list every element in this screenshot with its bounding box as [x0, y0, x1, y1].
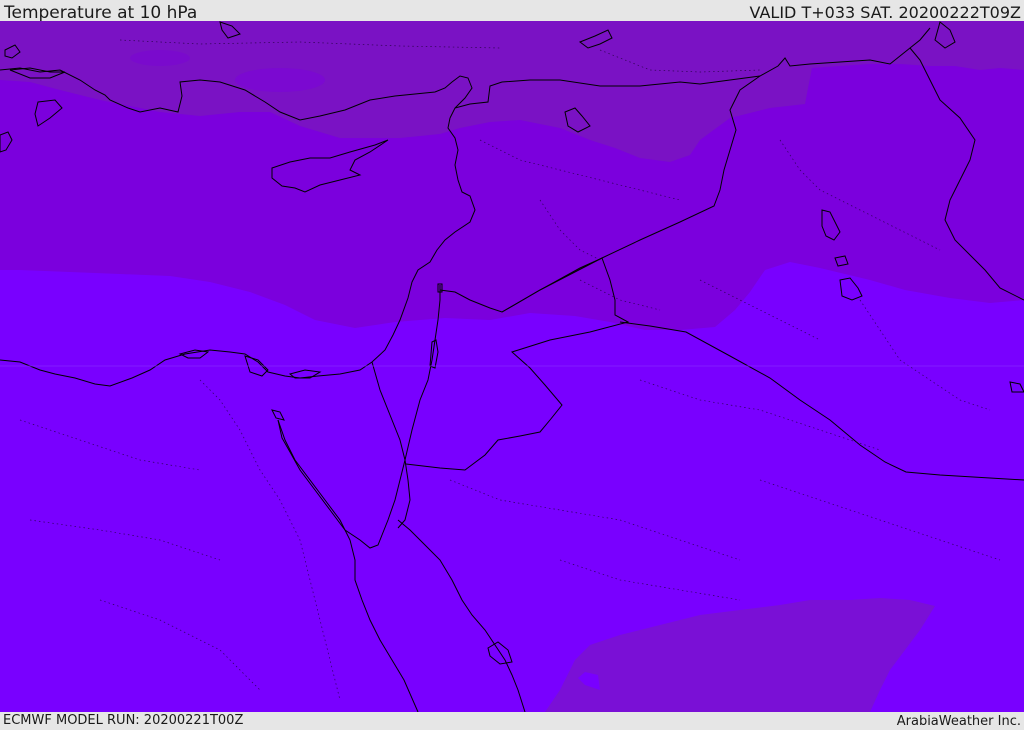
temperature-map	[0, 21, 1024, 712]
model-run: ECMWF MODEL RUN: 20200221T00Z	[3, 713, 244, 728]
valid-time: VALID T+033 SAT. 20200222T09Z	[749, 3, 1021, 22]
map-title: Temperature at 10 hPa	[4, 3, 198, 23]
credit-text: ArabiaWeather Inc.	[896, 714, 1021, 729]
header-bar: Temperature at 10 hPa VALID T+033 SAT. 2…	[0, 0, 1024, 23]
footer-bar: ECMWF MODEL RUN: 20200221T00Z ArabiaWeat…	[0, 712, 1024, 729]
